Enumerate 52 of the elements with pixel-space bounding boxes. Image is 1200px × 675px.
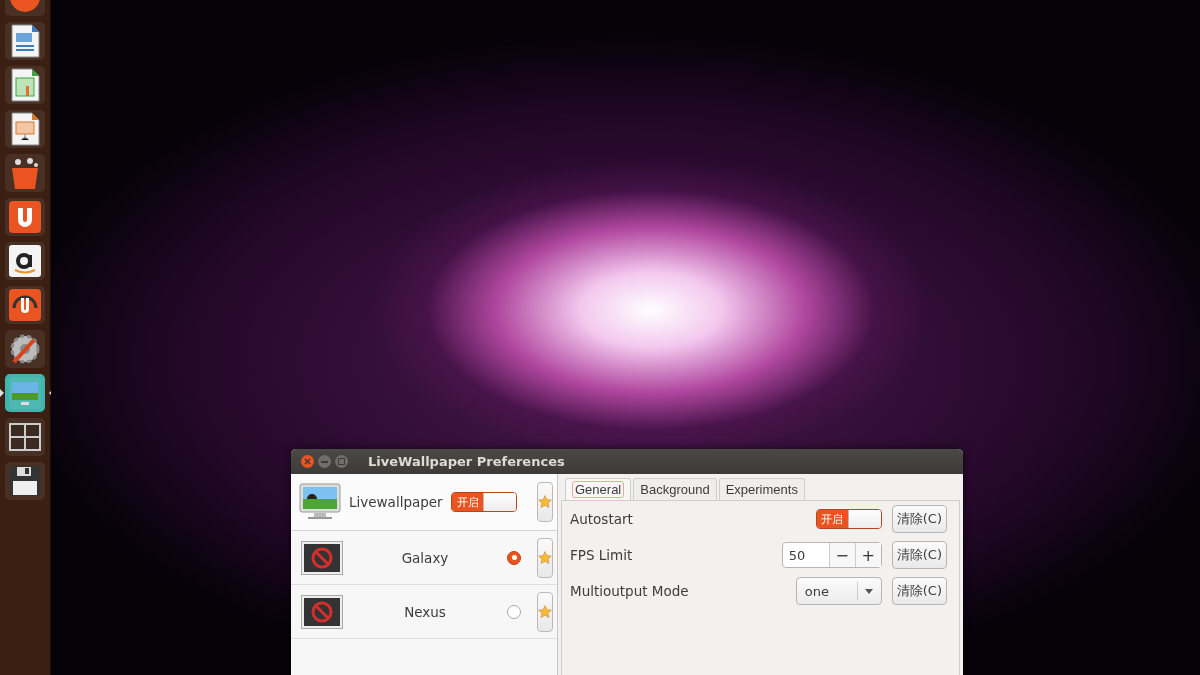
launcher-item[interactable] <box>5 242 45 280</box>
dropdown[interactable]: one <box>795 577 882 605</box>
wallpaper-app-name: Livewallpaper <box>349 494 444 510</box>
monitor-landscape-icon <box>8 376 42 410</box>
launcher-item[interactable] <box>5 110 45 148</box>
setting-label: Autostart <box>570 511 634 527</box>
tab[interactable]: General <box>565 478 632 500</box>
spin-field[interactable]: 50 − + <box>781 542 882 568</box>
wallpaper-name: Galaxy <box>400 549 450 566</box>
setting-label: FPS Limit <box>570 547 634 563</box>
launcher-item[interactable] <box>5 66 45 104</box>
headphones-logo-icon <box>8 288 42 322</box>
no-entry-icon <box>311 600 333 623</box>
letter-a-logo-icon <box>8 244 42 278</box>
decrement-button[interactable]: − <box>828 543 855 567</box>
launcher-item[interactable] <box>5 154 45 192</box>
radio-button[interactable] <box>507 604 521 619</box>
close-button[interactable] <box>301 455 314 468</box>
launcher-item[interactable] <box>5 22 45 60</box>
launcher-item[interactable] <box>5 418 45 456</box>
document-icon <box>10 24 40 58</box>
presentation-icon <box>10 112 40 146</box>
window-title: LiveWallpaper Preferences <box>368 454 565 469</box>
star-icon <box>538 494 552 510</box>
setting-label: Multioutput Mode <box>570 583 690 599</box>
close-icon <box>304 458 311 465</box>
workspace-grid-icon <box>9 423 41 451</box>
radio-button[interactable] <box>507 550 521 565</box>
star-icon <box>538 549 552 566</box>
tab[interactable]: Background <box>633 478 717 500</box>
launcher-item[interactable] <box>5 462 45 500</box>
launcher-item[interactable] <box>5 330 45 368</box>
gear-wrench-icon <box>8 332 42 366</box>
toggle-switch[interactable]: 开启 <box>451 492 517 512</box>
maximize-icon <box>338 458 345 465</box>
clear-button[interactable]: 清除(C) <box>891 505 947 533</box>
dropdown-arrow-icon <box>864 588 873 594</box>
tab[interactable]: Experiments <box>718 478 805 500</box>
focus-indicator-icon <box>0 389 4 397</box>
monitor-landscape-icon <box>299 483 341 521</box>
clear-button[interactable]: 清除(C) <box>891 577 947 605</box>
wallpaper-name: Nexus <box>403 603 447 620</box>
u-logo-icon <box>8 200 42 234</box>
star-icon <box>538 603 552 620</box>
toggle-switch[interactable]: 开启 <box>815 509 882 529</box>
increment-button[interactable]: + <box>854 543 881 567</box>
minimize-icon <box>321 460 328 463</box>
no-entry-icon <box>311 546 333 569</box>
spreadsheet-icon <box>10 68 40 102</box>
clear-button[interactable]: 清除(C) <box>891 541 947 569</box>
launcher-item[interactable] <box>5 286 45 324</box>
launcher-item[interactable] <box>5 198 45 236</box>
